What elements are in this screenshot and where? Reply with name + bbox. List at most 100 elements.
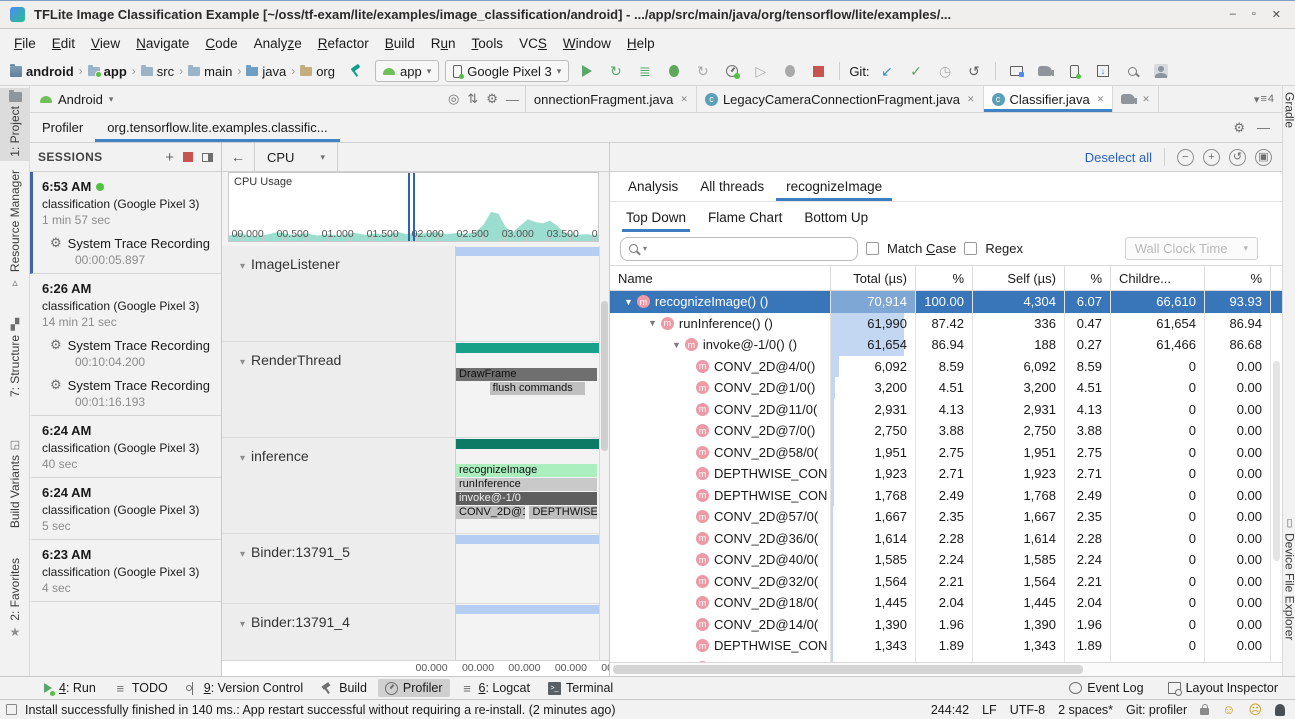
zoom-out-button[interactable]: − — [1177, 149, 1194, 166]
menu-refactor[interactable]: Refactor — [310, 33, 377, 54]
expand-arrow-icon[interactable]: ▼ — [648, 318, 657, 328]
table-row[interactable]: mCONV_2D@57/0(1,6672.351,6672.3500.00 — [610, 506, 1282, 528]
search-input[interactable] — [652, 241, 849, 256]
selection-line-left[interactable] — [408, 173, 410, 241]
session-item[interactable]: 6:24 AMclassification (Google Pixel 3)5 … — [30, 478, 221, 540]
hidden-tabs-button[interactable]: ▾ ≡ 4 — [1246, 86, 1282, 112]
gear-icon[interactable]: ⚙ — [1233, 120, 1245, 136]
match-case-checkbox[interactable] — [866, 242, 879, 255]
subtab-flame-chart[interactable]: Flame Chart — [704, 202, 786, 232]
tab-profiler[interactable]: Profiler — [30, 113, 95, 142]
search-everywhere-button[interactable] — [1121, 60, 1144, 82]
hide-panel-icon[interactable]: — — [506, 92, 519, 107]
toolwindow-build[interactable]: Build — [314, 679, 374, 697]
table-row[interactable]: mCONV_2D@36/0(1,6142.281,6142.2800.00 — [610, 528, 1282, 550]
collapse-icon[interactable]: ▾ — [240, 453, 245, 464]
table-row[interactable]: mCONV_2D@32/0(1,5642.211,5642.2100.00 — [610, 571, 1282, 593]
cpu-usage-chart[interactable]: CPU Usage 00.00000.50001.00001.50002.000… — [228, 172, 599, 242]
git-branch[interactable]: Git: profiler — [1126, 703, 1187, 717]
attach-debugger-process-button[interactable] — [778, 60, 801, 82]
trace-event[interactable] — [456, 247, 609, 256]
recording-item[interactable]: ⚙System Trace Recording00:10:04.200 — [42, 337, 212, 369]
column-header-total-s[interactable]: Total (µs) — [831, 266, 916, 290]
thread-row-renderthread[interactable]: ▾RenderThreadDrawFrameflush commands — [222, 342, 609, 438]
project-structure-button[interactable] — [1005, 60, 1028, 82]
collapse-icon[interactable]: ▾ — [240, 261, 245, 272]
breadcrumb-item-main[interactable]: main — [186, 63, 234, 80]
build-hammer-icon[interactable] — [349, 64, 363, 78]
subtab-top-down[interactable]: Top Down — [622, 202, 690, 232]
debug-button[interactable] — [662, 60, 685, 82]
locate-file-icon[interactable]: ◎ — [448, 91, 459, 107]
sidebar-item-resource-manager[interactable]: Resource Manager ▵ — [0, 170, 30, 289]
reset-zoom-button[interactable]: ↺ — [1229, 149, 1246, 166]
column-header-[interactable]: % — [1205, 266, 1271, 290]
trace-event[interactable]: CONV_2D@14/0 — [456, 506, 525, 519]
close-icon[interactable]: ✕ — [1142, 94, 1150, 105]
device-select[interactable]: Google Pixel 3 ▾ — [445, 60, 569, 82]
toolwindow-toggle-icon[interactable] — [6, 704, 17, 715]
profile-avatar-button[interactable] — [1150, 60, 1173, 82]
happy-face-icon[interactable]: ☺ — [1222, 703, 1235, 716]
thread-row-binder-13791-5[interactable]: ▾Binder:13791_5 — [222, 534, 609, 604]
tab-recognizeimage[interactable]: recognizeImage — [776, 172, 892, 201]
thread-row-binder-13791-4[interactable]: ▾Binder:13791_4 — [222, 604, 609, 660]
toolwindow-event-log[interactable]: Event Log — [1062, 679, 1150, 697]
attach-profiler-button[interactable]: ↻ — [691, 60, 714, 82]
lock-icon[interactable] — [1200, 708, 1209, 715]
thread-row-imagelistener[interactable]: ▾ImageListener — [222, 246, 609, 342]
sdk-manager-button[interactable]: ↓ — [1092, 60, 1115, 82]
toolwindow-todo[interactable]: TODO — [107, 679, 175, 697]
sidebar-item-project[interactable]: 1: Project — [0, 88, 30, 161]
run-button[interactable] — [575, 60, 598, 82]
editor-tab-legacycameraconnectionfragment-java[interactable]: cLegacyCameraConnectionFragment.java✕ — [697, 86, 984, 112]
toolwindow-6-logcat[interactable]: 6: Logcat — [454, 679, 537, 697]
column-header-childre[interactable]: Childre... — [1111, 266, 1205, 290]
trace-event[interactable] — [456, 439, 609, 449]
stop-button[interactable] — [807, 60, 830, 82]
menu-window[interactable]: Window — [555, 33, 619, 54]
menu-help[interactable]: Help — [619, 33, 663, 54]
sidebar-item-build-variants[interactable]: ◲ Build Variants — [0, 438, 30, 528]
editor-tab-gradle[interactable]: ✕ — [1113, 86, 1159, 112]
collapse-icon[interactable]: ▾ — [240, 619, 245, 630]
close-icon[interactable]: ✕ — [1097, 94, 1105, 105]
tab-analysis[interactable]: Analysis — [618, 172, 688, 201]
file-encoding[interactable]: UTF-8 — [1010, 703, 1045, 717]
menu-file[interactable]: File — [6, 33, 44, 54]
editor-tab-classifier-java[interactable]: cClassifier.java✕ — [984, 86, 1114, 112]
table-row[interactable]: ▼minvoke@-1/0() ()61,65486.941880.2761,4… — [610, 334, 1282, 356]
git-commit-button[interactable]: ✓ — [905, 60, 928, 82]
table-row[interactable]: mCONV_2D@14/0(1,3901.961,3901.9600.00 — [610, 614, 1282, 636]
table-row[interactable]: ▼mrunInference() ()61,99087.423360.4761,… — [610, 313, 1282, 335]
toolwindow-9-version-control[interactable]: 9: Version Control — [179, 679, 310, 697]
stop-recording-button[interactable] — [183, 152, 193, 162]
menu-code[interactable]: Code — [197, 33, 245, 54]
trace-event[interactable] — [456, 605, 609, 614]
breadcrumb-item-android[interactable]: android — [8, 63, 76, 80]
menu-run[interactable]: Run — [423, 33, 464, 54]
collapse-icon[interactable]: ▾ — [240, 549, 245, 560]
tab-all-threads[interactable]: All threads — [690, 172, 774, 201]
table-row[interactable]: mCONV_2D@11/0(2,9314.132,9314.1300.00 — [610, 399, 1282, 421]
table-row[interactable]: mDEPTHWISE_CON1,9232.711,9232.7100.00 — [610, 463, 1282, 485]
scrollbar-thumb[interactable] — [613, 665, 1083, 674]
session-item[interactable]: 6:23 AMclassification (Google Pixel 3)4 … — [30, 540, 221, 602]
table-row[interactable]: mDEPTHWISE_CON1,3431.891,3431.8900.00 — [610, 635, 1282, 657]
trace-event[interactable] — [456, 535, 609, 544]
indent-setting[interactable]: 2 spaces* — [1058, 703, 1113, 717]
table-row[interactable]: mCONV_2D@1/0()3,2004.513,2004.5100.00 — [610, 377, 1282, 399]
table-row[interactable]: mCONV_2D@18/0(1,4452.041,4452.0400.00 — [610, 592, 1282, 614]
expand-arrow-icon[interactable]: ▼ — [672, 340, 681, 350]
close-icon[interactable]: ✕ — [680, 94, 688, 105]
cpu-stage-select[interactable]: CPU ▾ — [254, 143, 338, 171]
sidebar-item-structure[interactable]: ▞ 7: Structure — [0, 318, 30, 397]
avd-manager-button[interactable] — [1063, 60, 1086, 82]
trace-event[interactable]: DrawFrame — [456, 368, 597, 381]
trace-event[interactable]: runInference — [456, 478, 597, 491]
menu-vcs[interactable]: VCS — [511, 33, 555, 54]
column-header-self-s[interactable]: Self (µs) — [973, 266, 1065, 290]
scrollbar-thumb[interactable] — [1273, 361, 1280, 561]
regex-checkbox[interactable] — [964, 242, 977, 255]
project-view-select[interactable]: Android ▾ — [30, 86, 442, 112]
